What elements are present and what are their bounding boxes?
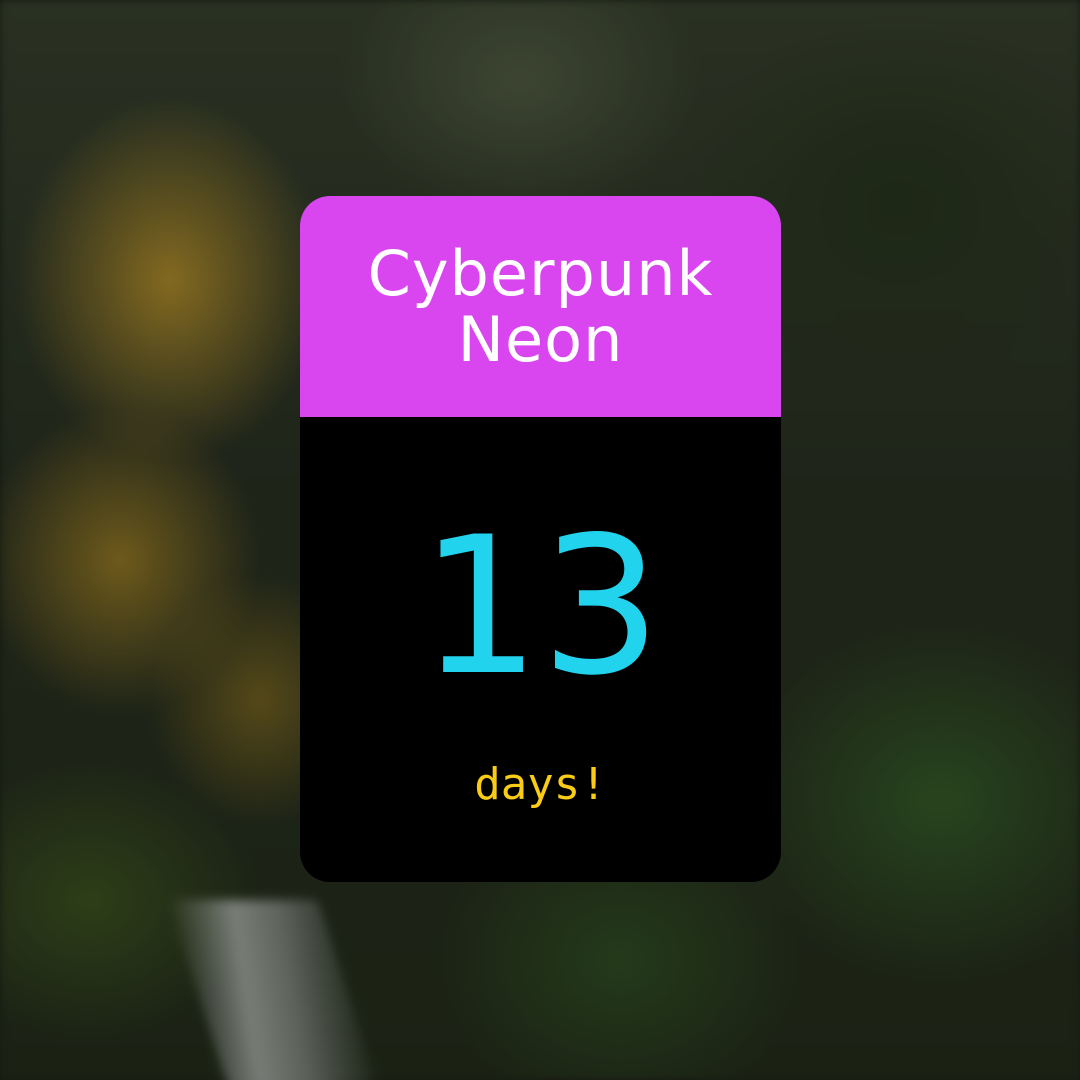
countdown-body: 13 days! <box>300 417 781 882</box>
countdown-scene: Cyberpunk Neon 13 days! <box>0 0 1080 1080</box>
countdown-card: Cyberpunk Neon 13 days! <box>300 196 781 882</box>
countdown-unit: days! <box>474 759 607 810</box>
countdown-header: Cyberpunk Neon <box>300 196 781 417</box>
countdown-title: Cyberpunk Neon <box>367 237 714 376</box>
countdown-number: 13 <box>419 496 662 717</box>
